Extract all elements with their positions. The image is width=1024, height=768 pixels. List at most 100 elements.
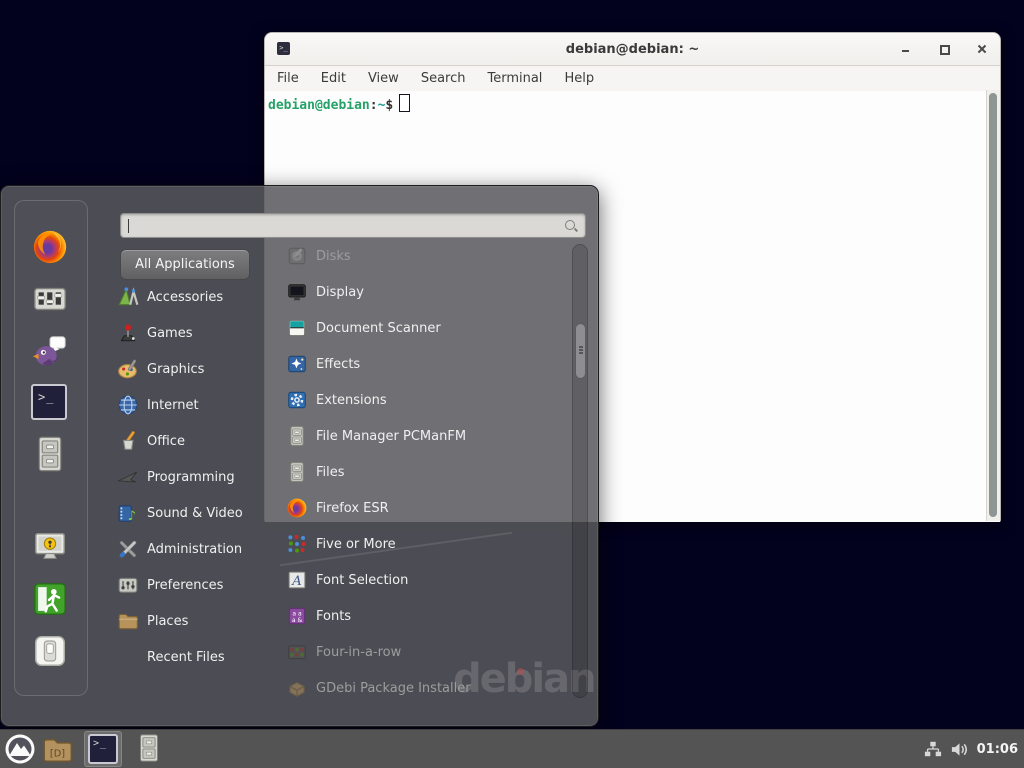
category-list: Accessories Games Graphics	[117, 279, 277, 675]
application-menu: debian	[0, 185, 599, 727]
prompt-separator: :	[370, 98, 378, 113]
office-icon	[117, 430, 139, 452]
category-places[interactable]: Places	[117, 603, 277, 639]
category-internet[interactable]: Internet	[117, 387, 277, 423]
extensions-gear-icon	[286, 389, 308, 411]
desktop: >_ debian@debian: ~ File Edit View Searc…	[0, 0, 1024, 768]
file-cabinet-icon	[31, 435, 69, 473]
menu-edit[interactable]: Edit	[321, 71, 346, 86]
terminal-cursor	[399, 94, 410, 112]
minimize-icon[interactable]	[898, 41, 914, 57]
file-cabinet-icon	[286, 461, 308, 483]
network-icon[interactable]	[924, 740, 942, 758]
all-applications-button[interactable]: All Applications	[120, 249, 250, 280]
app-display[interactable]: Display	[286, 274, 566, 310]
maximize-icon[interactable]	[936, 41, 952, 57]
app-fonts[interactable]: a a a & Fonts	[286, 598, 566, 634]
firefox-icon	[286, 497, 308, 519]
scrollbar-grip-icon	[579, 346, 584, 348]
pidgin-icon	[31, 332, 69, 370]
four-in-a-row-icon	[286, 641, 308, 663]
favorite-lock-screen-button[interactable]	[31, 528, 69, 566]
app-list-scrollbar[interactable]	[572, 244, 588, 698]
app-document-scanner[interactable]: Document Scanner	[286, 310, 566, 346]
close-icon[interactable]	[974, 41, 990, 57]
display-icon	[286, 281, 308, 303]
app-file-manager-pcmanfm[interactable]: File Manager PCManFM	[286, 418, 566, 454]
app-five-or-more[interactable]: Five or More	[286, 526, 566, 562]
application-list: Disks Display Document Scanner	[286, 238, 566, 706]
volume-icon[interactable]	[950, 740, 969, 759]
shell-prompt: debian@debian:~$	[268, 94, 410, 113]
system-tray: 01:06	[924, 730, 1018, 768]
five-or-more-icon	[286, 533, 308, 555]
category-office[interactable]: Office	[117, 423, 277, 459]
internet-globe-icon	[117, 394, 139, 416]
category-sound-video[interactable]: ♪ Sound & Video	[117, 495, 277, 531]
app-extensions[interactable]: Extensions	[286, 382, 566, 418]
menu-file[interactable]: File	[277, 71, 299, 86]
text-caret	[128, 219, 129, 233]
category-games[interactable]: Games	[117, 315, 277, 351]
app-font-selection[interactable]: A Font Selection	[286, 562, 566, 598]
search-icon	[564, 219, 578, 233]
taskbar: [D] >_	[0, 729, 1024, 768]
app-four-in-a-row[interactable]: Four-in-a-row	[286, 634, 566, 670]
app-effects[interactable]: Effects	[286, 346, 566, 382]
favorite-files-button[interactable]	[31, 435, 69, 473]
menu-search[interactable]: Search	[421, 71, 466, 86]
app-files[interactable]: Files	[286, 454, 566, 490]
menu-launcher-icon	[4, 733, 36, 765]
app-disks[interactable]: Disks	[286, 238, 566, 274]
folder-icon: [D]	[41, 733, 74, 766]
favorite-shutdown-button[interactable]	[31, 632, 69, 670]
svg-text:A: A	[291, 574, 302, 589]
control-panel-icon	[31, 280, 69, 318]
favorite-firefox-button[interactable]	[31, 228, 69, 266]
accessories-icon	[117, 286, 139, 308]
taskbar-clock[interactable]: 01:06	[977, 742, 1018, 757]
app-firefox-esr[interactable]: Firefox ESR	[286, 490, 566, 526]
desktop-folder-launcher[interactable]: [D]	[41, 733, 74, 766]
category-preferences[interactable]: Preferences	[117, 567, 277, 603]
svg-text:a &: a &	[292, 617, 303, 624]
logout-icon	[31, 580, 69, 618]
app-list-scrollbar-thumb[interactable]	[575, 323, 586, 379]
menu-terminal[interactable]: Terminal	[487, 71, 542, 86]
category-administration[interactable]: Administration	[117, 531, 277, 567]
app-gdebi-package-installer[interactable]: GDebi Package Installer	[286, 670, 566, 706]
fonts-icon: a a a &	[286, 605, 308, 627]
category-recent-files[interactable]: Recent Files	[117, 639, 277, 675]
favorite-logout-button[interactable]	[31, 580, 69, 618]
administration-tools-icon	[117, 538, 139, 560]
menu-search-box[interactable]	[120, 213, 586, 238]
file-cabinet-icon	[134, 733, 164, 763]
svg-text:[D]: [D]	[50, 749, 65, 760]
effects-icon	[286, 353, 308, 375]
menu-view[interactable]: View	[368, 71, 399, 86]
favorite-pidgin-button[interactable]	[31, 332, 69, 370]
svg-text:♪: ♪	[128, 509, 136, 524]
terminal-icon: >_	[31, 384, 67, 420]
menu-launcher-button[interactable]	[4, 733, 36, 765]
file-manager-launcher[interactable]	[134, 733, 164, 765]
favorite-settings-button[interactable]	[31, 280, 69, 318]
font-selection-icon: A	[286, 569, 308, 591]
menu-help[interactable]: Help	[564, 71, 594, 86]
category-programming[interactable]: Programming	[117, 459, 277, 495]
programming-icon	[117, 466, 139, 488]
category-graphics[interactable]: Graphics	[117, 351, 277, 387]
favorite-terminal-button[interactable]: >_	[31, 384, 69, 422]
terminal-titlebar[interactable]: >_ debian@debian: ~	[265, 33, 1000, 66]
search-input[interactable]	[127, 216, 547, 234]
file-cabinet-icon	[286, 425, 308, 447]
disks-icon	[286, 245, 308, 267]
games-icon	[117, 322, 139, 344]
category-accessories[interactable]: Accessories	[117, 279, 277, 315]
power-switch-icon	[31, 632, 69, 670]
preferences-icon	[117, 574, 139, 596]
taskbar-terminal-window-button[interactable]: >_	[84, 731, 122, 767]
lock-screen-icon	[31, 528, 69, 566]
terminal-scrollbar[interactable]	[986, 90, 1000, 521]
terminal-scrollbar-thumb[interactable]	[989, 93, 997, 517]
